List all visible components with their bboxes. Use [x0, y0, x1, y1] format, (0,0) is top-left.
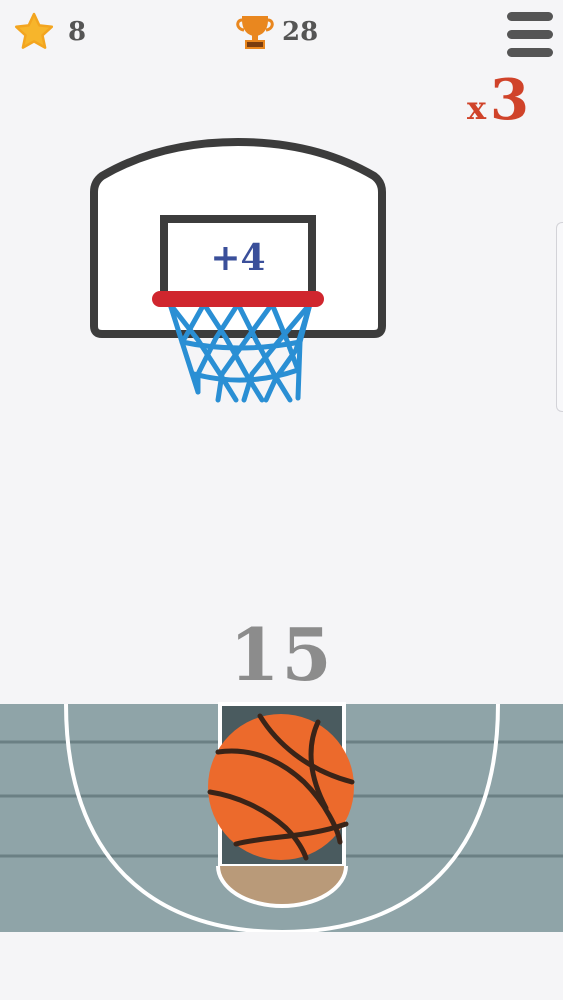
- multiplier-prefix: x: [466, 89, 487, 127]
- best-score-value: 28: [282, 17, 319, 47]
- score-multiplier: x 3: [467, 72, 529, 128]
- stars-value: 8: [68, 17, 87, 47]
- menu-button[interactable]: [507, 10, 553, 58]
- star-icon: [14, 12, 54, 49]
- bonus-points-label: +4: [210, 237, 265, 279]
- best-score-counter: 28: [236, 12, 318, 52]
- side-edge-handle[interactable]: [556, 222, 563, 412]
- stars-counter: 8: [14, 12, 86, 52]
- multiplier-value: 3: [490, 67, 529, 133]
- hamburger-menu-icon: [507, 12, 553, 57]
- basketball[interactable]: [206, 712, 356, 862]
- hoop-rim: [152, 291, 324, 307]
- trophy-icon: [236, 16, 274, 49]
- current-score: 15: [229, 612, 334, 697]
- basketball-hoop: +4: [90, 138, 386, 403]
- game-screen[interactable]: 8 28 x 3 +4 15: [0, 0, 563, 1000]
